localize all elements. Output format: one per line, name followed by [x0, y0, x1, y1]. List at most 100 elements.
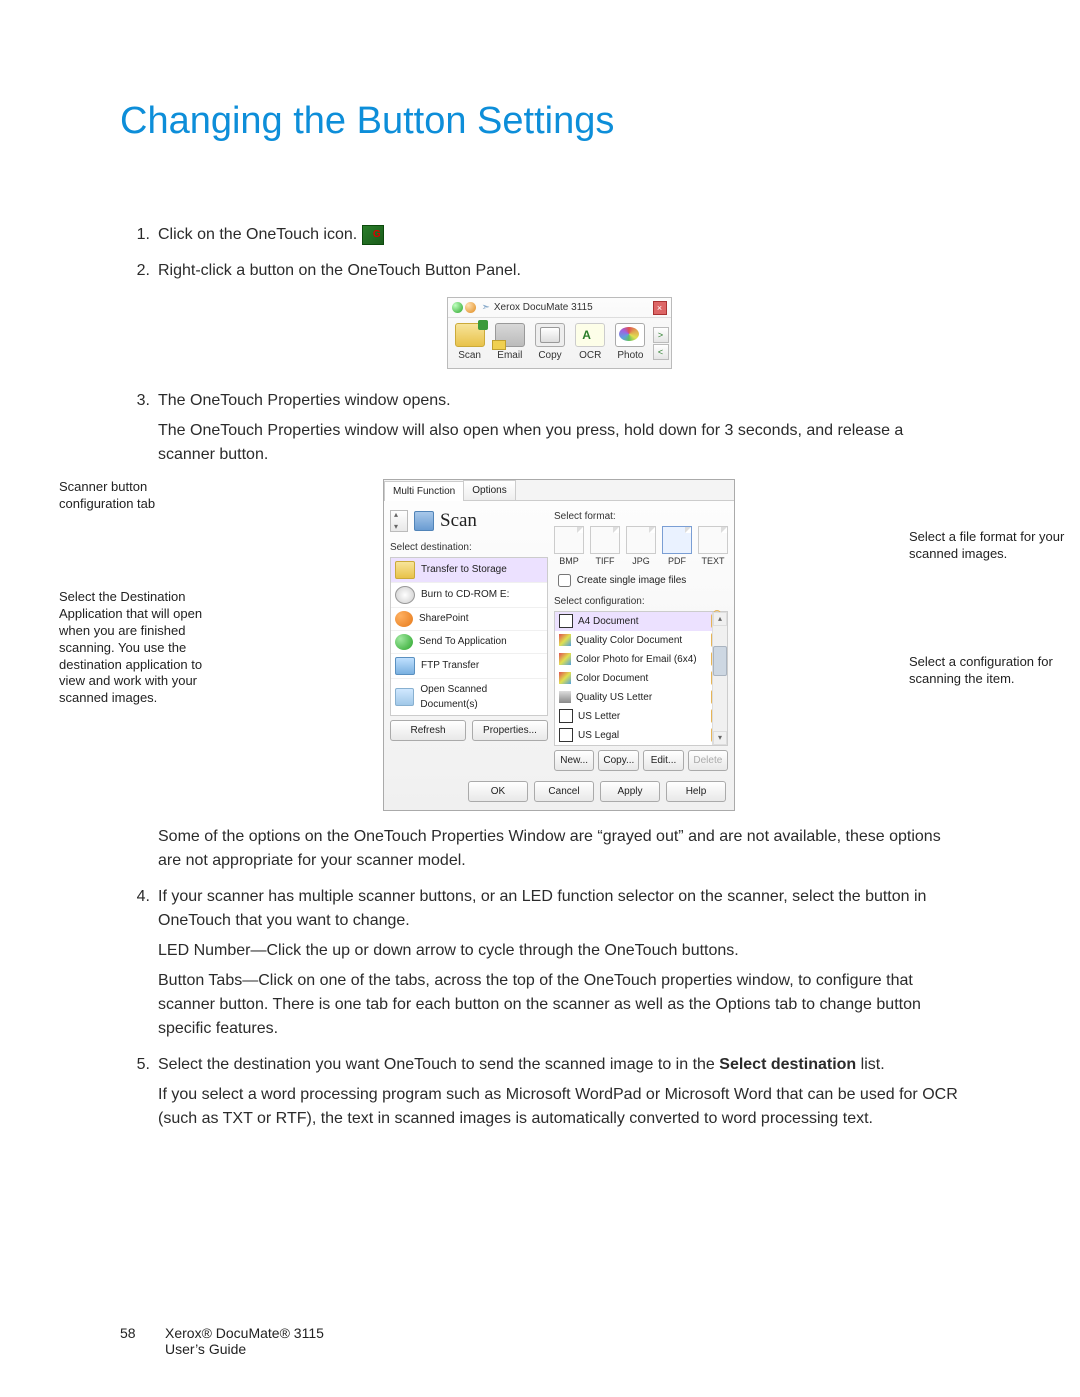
color-page-icon	[559, 634, 571, 646]
scrollbar-thumb[interactable]	[713, 646, 727, 676]
text-icon	[698, 526, 728, 554]
cfg-color-document[interactable]: Color Document	[555, 669, 727, 688]
cfg-quality-color[interactable]: Quality Color Document	[555, 631, 727, 650]
step-4-p1: If your scanner has multiple scanner but…	[158, 885, 960, 933]
page-number: 58	[120, 1325, 145, 1357]
step-4-p3: Button Tabs—Click on one of the tabs, ac…	[158, 969, 960, 1041]
apply-button[interactable]: Apply	[600, 781, 660, 802]
tab-multi-function[interactable]: Multi Function	[384, 481, 464, 501]
footer-doc: User’s Guide	[165, 1341, 324, 1357]
ocr-icon	[575, 323, 605, 347]
panel-btn-email[interactable]: Email	[490, 320, 530, 366]
scrollbar-track	[712, 612, 727, 745]
cfg-color-photo-email[interactable]: Color Photo for Email (6x4)	[555, 650, 727, 669]
step-3-p2: The OneTouch Properties window will also…	[158, 419, 960, 467]
panel-orb-orange[interactable]	[465, 302, 476, 313]
format-text[interactable]: TEXT	[698, 526, 728, 569]
gray-page-icon	[559, 691, 571, 703]
cancel-button[interactable]: Cancel	[534, 781, 594, 802]
scan-icon	[455, 323, 485, 347]
step-num: 2.	[120, 259, 150, 383]
edit-button[interactable]: Edit...	[643, 750, 683, 771]
copy-icon	[535, 323, 565, 347]
panel-orb-green[interactable]	[452, 302, 463, 313]
create-single-files-checkbox[interactable]	[558, 574, 571, 587]
ftp-icon	[395, 657, 415, 675]
color-page-icon	[559, 672, 571, 684]
step-3: 3. The OneTouch Properties window opens.…	[120, 389, 960, 879]
cfg-us-legal[interactable]: US Legal	[555, 726, 727, 745]
configuration-list[interactable]: A4 Document Quality Color Document Color…	[554, 611, 728, 746]
step-5-p2: If you select a word processing program …	[158, 1083, 960, 1131]
scroll-down-button[interactable]: ▾	[713, 731, 727, 745]
ok-button[interactable]: OK	[468, 781, 528, 802]
scroll-up-button[interactable]: ▴	[713, 612, 727, 626]
footer-product: Xerox® DocuMate® 3115	[165, 1325, 324, 1341]
select-format-label: Select format:	[554, 509, 728, 524]
panel-btn-copy[interactable]: Copy	[530, 320, 570, 366]
email-icon	[495, 323, 525, 347]
bmp-icon	[554, 526, 584, 554]
step-num: 5.	[120, 1053, 150, 1137]
dest-send-to-app[interactable]: Send To Application	[391, 631, 547, 654]
jpg-icon	[626, 526, 656, 554]
step-5-p1: Select the destination you want OneTouch…	[158, 1053, 960, 1077]
panel-prev-button[interactable]: <	[653, 344, 669, 360]
panel-btn-ocr[interactable]: OCR	[570, 320, 610, 366]
page-title: Changing the Button Settings	[120, 100, 960, 143]
tiff-icon	[590, 526, 620, 554]
cfg-us-letter[interactable]: US Letter	[555, 707, 727, 726]
color-page-icon	[559, 653, 571, 665]
cfg-quality-us-letter[interactable]: Quality US Letter	[555, 688, 727, 707]
copy-button[interactable]: Copy...	[598, 750, 639, 771]
panel-btn-photo[interactable]: Photo	[610, 320, 650, 366]
close-icon[interactable]: ×	[653, 301, 667, 315]
format-bmp[interactable]: BMP	[554, 526, 584, 569]
breadcrumb-arrow-icon: ➣	[482, 300, 490, 315]
format-tiff[interactable]: TIFF	[590, 526, 620, 569]
step-4: 4. If your scanner has multiple scanner …	[120, 885, 960, 1047]
photo-icon	[615, 323, 645, 347]
properties-button[interactable]: Properties...	[472, 720, 548, 741]
step-2: 2. Right-click a button on the OneTouch …	[120, 259, 960, 383]
format-pdf[interactable]: PDF	[662, 526, 692, 569]
refresh-button[interactable]: Refresh	[390, 720, 466, 741]
format-jpg[interactable]: JPG	[626, 526, 656, 569]
bw-page-icon	[559, 614, 573, 628]
tab-options[interactable]: Options	[463, 480, 515, 500]
step-3-note: Some of the options on the OneTouch Prop…	[158, 825, 960, 873]
scanner-icon	[414, 511, 434, 531]
help-button[interactable]: Help	[666, 781, 726, 802]
new-button[interactable]: New...	[554, 750, 594, 771]
step-3-p1: The OneTouch Properties window opens.	[158, 389, 960, 413]
destination-list[interactable]: Transfer to Storage Burn to CD-ROM E: Sh…	[390, 557, 548, 716]
dest-open-scanned[interactable]: Open Scanned Document(s)	[391, 679, 547, 715]
dest-burn-cd[interactable]: Burn to CD-ROM E:	[391, 583, 547, 608]
step-2-text: Right-click a button on the OneTouch But…	[158, 259, 960, 283]
bw-page-icon	[559, 728, 573, 742]
annot-select-destination: Select the Destination Application that …	[59, 589, 209, 707]
dest-ftp[interactable]: FTP Transfer	[391, 654, 547, 679]
delete-button: Delete	[688, 750, 728, 771]
panel-title: Xerox DocuMate 3115	[494, 300, 653, 315]
open-document-icon	[395, 688, 414, 706]
current-button-label: Scan	[414, 507, 477, 536]
dest-sharepoint[interactable]: SharePoint	[391, 608, 547, 631]
led-number-spinner[interactable]	[390, 510, 408, 532]
page-footer: 58 Xerox® DocuMate® 3115 User’s Guide	[120, 1325, 324, 1357]
application-icon	[395, 634, 413, 650]
annot-select-configuration: Select a configuration for scanning the …	[909, 654, 1069, 688]
panel-btn-scan[interactable]: Scan	[450, 320, 490, 366]
dest-transfer-storage[interactable]: Transfer to Storage	[391, 558, 547, 583]
pdf-icon	[662, 526, 692, 554]
panel-next-button[interactable]: >	[653, 327, 669, 343]
onetouch-icon	[362, 225, 384, 245]
cd-icon	[395, 586, 415, 604]
step-1: 1. Click on the OneTouch icon.	[120, 223, 960, 253]
select-configuration-label: Select configuration:	[554, 594, 728, 609]
cfg-a4-document[interactable]: A4 Document	[555, 612, 727, 631]
step-1-text: Click on the OneTouch icon.	[158, 226, 357, 243]
storage-icon	[395, 561, 415, 579]
sharepoint-icon	[395, 611, 413, 627]
panel-nav-arrows: > <	[653, 327, 669, 360]
